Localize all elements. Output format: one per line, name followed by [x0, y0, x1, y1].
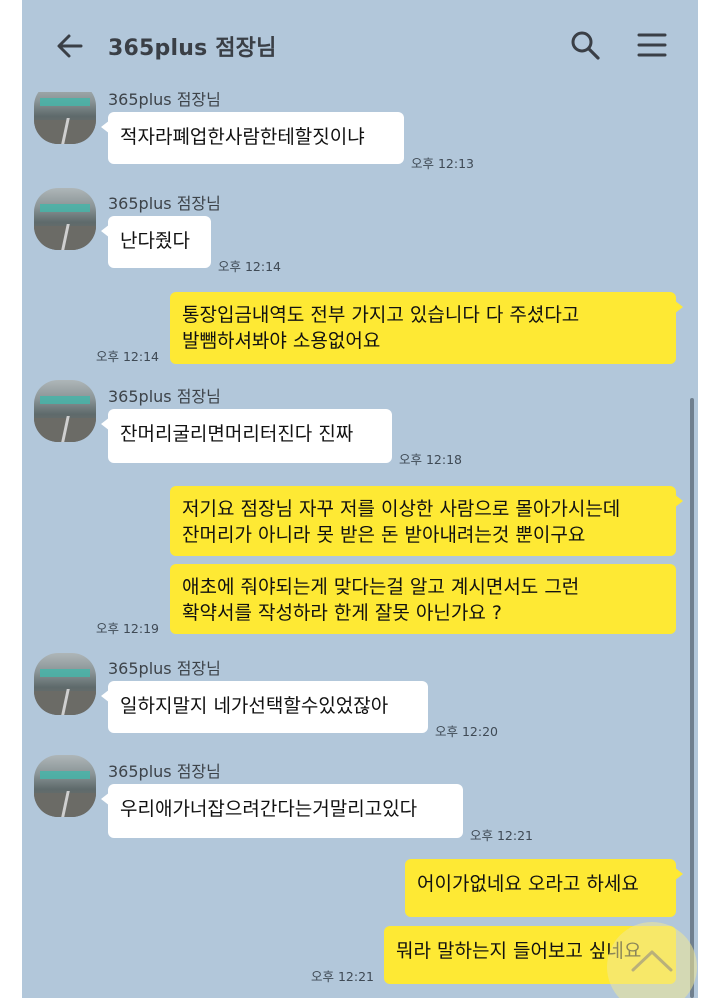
message-time: 오후 12:20 — [435, 724, 498, 739]
hamburger-menu-icon — [637, 33, 667, 57]
chat-title: 365plus 점장님 — [108, 36, 277, 61]
chevron-up-icon — [631, 950, 673, 972]
incoming-message-bubble[interactable]: 적자라폐업한사람한테할짓이냐 — [101, 112, 404, 164]
incoming-message-bubble[interactable]: 난다줬다 — [101, 216, 211, 268]
message-time: 오후 12:21 — [470, 828, 533, 843]
chat-window: 365plus 점장님 365plus 점장님 적자라폐업한사람한테할짓이냐 오… — [22, 0, 698, 998]
outgoing-message-bubble[interactable]: 애초에 줘야되는게 맞다는걸 알고 계시면서도 그런 확약서를 작성하라 한게 … — [170, 564, 676, 634]
message-text: 저기요 점장님 자꾸 저를 이상한 사람으로 몰아가시는데 — [182, 498, 621, 520]
message-text: 애초에 줘야되는게 맞다는걸 알고 계시면서도 그런 — [182, 576, 580, 598]
message-text: 발뺌하셔봐야 소용없어요 — [182, 330, 381, 352]
scrollbar[interactable] — [690, 398, 694, 998]
message-text: 확약서를 작성하라 한게 잘못 아닌가요 ? — [182, 602, 502, 624]
sender-name: 365plus 점장님 — [108, 762, 221, 781]
message-time: 오후 12:14 — [96, 349, 159, 364]
message-text: 일하지말지 네가선택할수있었잖아 — [120, 695, 389, 717]
message-text: 잔머리가 아니라 못 받은 돈 받아내려는것 뿐이구요 — [182, 524, 586, 546]
search-button[interactable] — [567, 27, 603, 63]
message-time: 오후 12:14 — [218, 259, 281, 274]
sender-name: 365plus 점장님 — [108, 194, 221, 213]
avatar[interactable] — [34, 755, 96, 817]
incoming-message-bubble[interactable]: 잔머리굴리면머리터진다 진짜 — [101, 409, 392, 463]
incoming-message-bubble[interactable]: 우리애가너잡으려간다는거말리고있다 — [101, 784, 463, 838]
message-time: 오후 12:19 — [96, 621, 159, 636]
back-button[interactable] — [52, 28, 88, 64]
message-text: 우리애가너잡으려간다는거말리고있다 — [120, 798, 418, 820]
chat-header: 365plus 점장님 — [22, 0, 698, 92]
message-time: 오후 12:21 — [311, 969, 374, 984]
outgoing-message-bubble[interactable]: 어이가없네요 오라고 하세요 — [405, 859, 683, 917]
outgoing-message-bubble[interactable]: 저기요 점장님 자꾸 저를 이상한 사람으로 몰아가시는데 잔머리가 아니라 못… — [170, 486, 683, 556]
message-time: 오후 12:13 — [411, 156, 474, 171]
avatar[interactable] — [34, 188, 96, 250]
message-text: 적자라폐업한사람한테할짓이냐 — [120, 126, 365, 148]
avatar[interactable] — [34, 92, 96, 144]
menu-button[interactable] — [634, 27, 670, 63]
incoming-message-bubble[interactable]: 일하지말지 네가선택할수있었잖아 — [101, 681, 428, 733]
sender-name: 365plus 점장님 — [108, 92, 221, 109]
message-text: 통장입금내역도 전부 가지고 있습니다 다 주셨다고 — [182, 304, 580, 326]
message-time: 오후 12:18 — [399, 452, 462, 467]
search-icon — [571, 31, 600, 60]
message-list[interactable]: 365plus 점장님 적자라폐업한사람한테할짓이냐 오후 12:13 365p… — [22, 92, 698, 998]
avatar[interactable] — [34, 380, 96, 442]
sender-name: 365plus 점장님 — [108, 659, 221, 678]
outgoing-message-bubble[interactable]: 통장입금내역도 전부 가지고 있습니다 다 주셨다고 발뺌하셔봐야 소용없어요 — [170, 292, 683, 364]
sender-name: 365plus 점장님 — [108, 387, 221, 406]
message-text: 뭐라 말하는지 들어보고 싶네요 — [396, 940, 642, 962]
message-text: 난다줬다 — [120, 230, 190, 252]
message-text: 어이가없네요 오라고 하세요 — [417, 873, 639, 895]
message-text: 잔머리굴리면머리터진다 진짜 — [120, 423, 354, 445]
avatar[interactable] — [34, 653, 96, 715]
arrow-left-icon — [57, 34, 83, 58]
